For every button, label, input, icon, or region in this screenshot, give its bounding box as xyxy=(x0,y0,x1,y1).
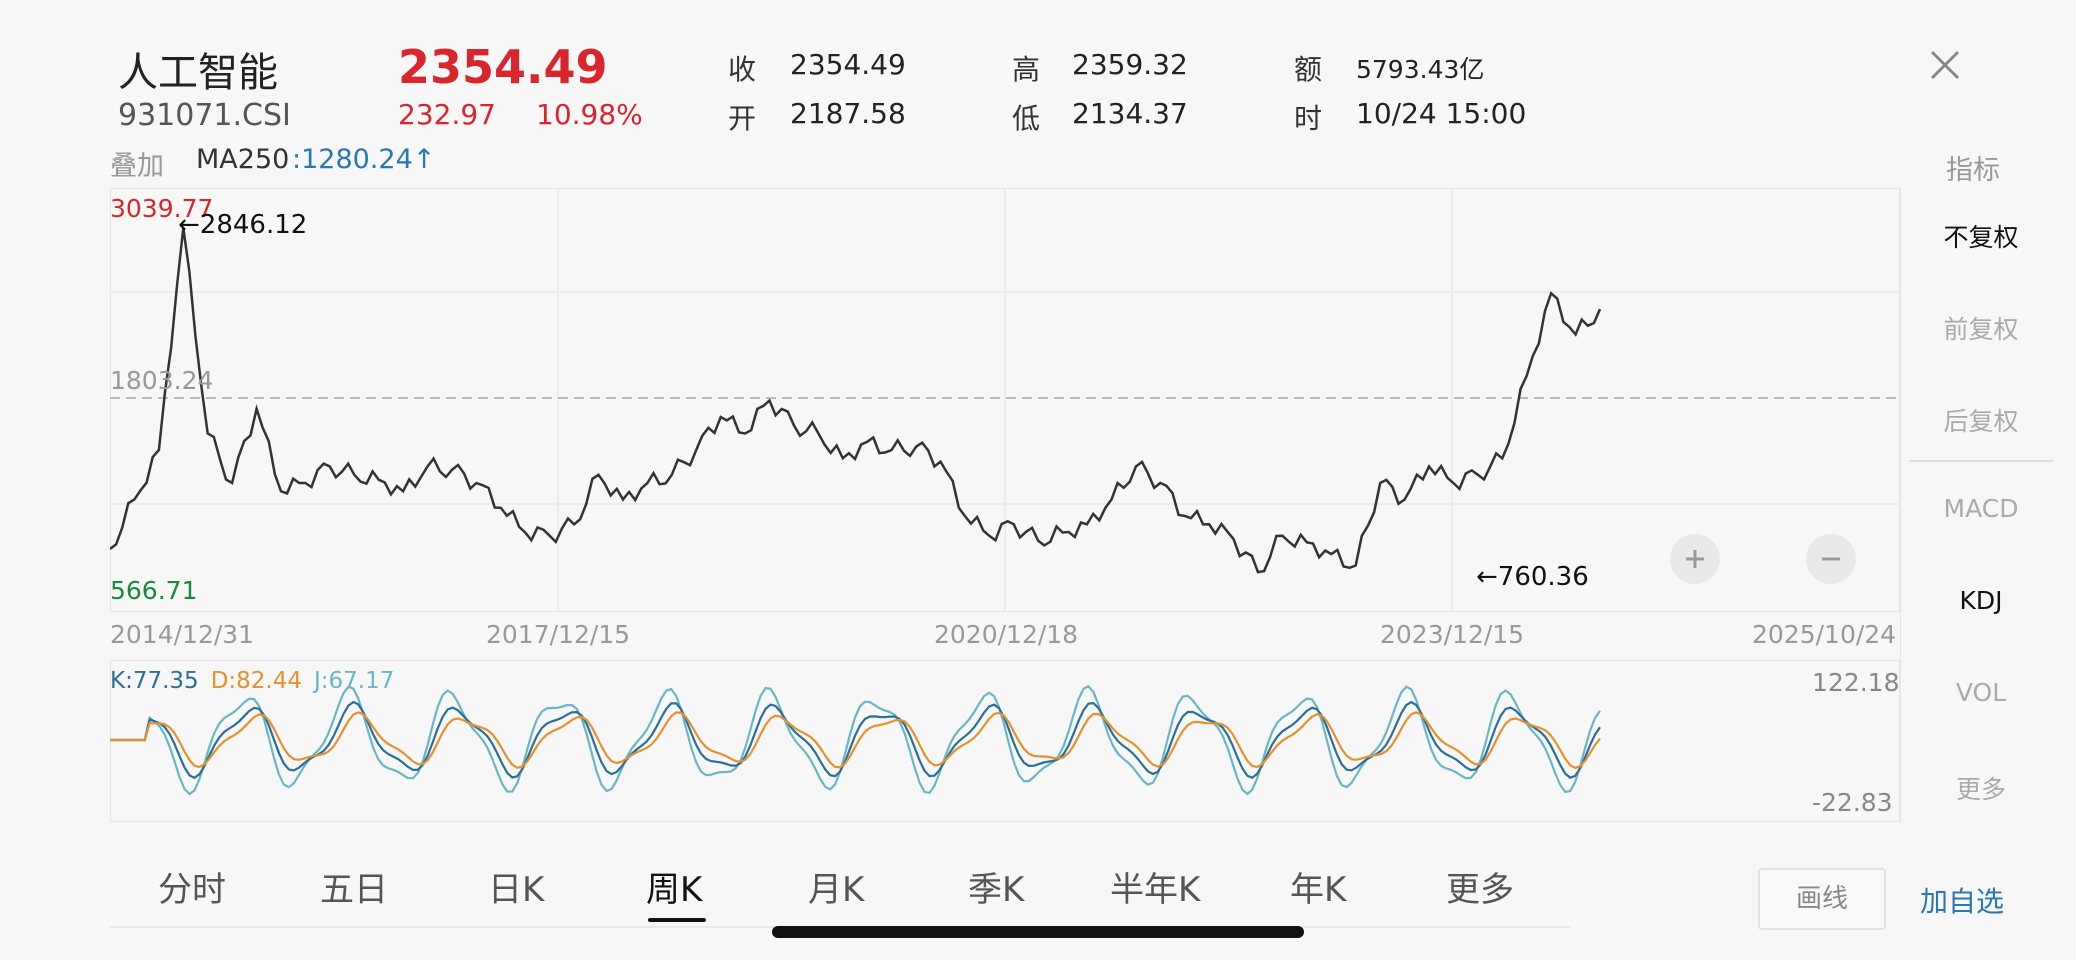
stat-low-label: 低 xyxy=(1012,102,1041,135)
side-item-no-adjust[interactable]: 不复权 xyxy=(1901,218,2061,254)
stat-amount-value: 5793.43亿 xyxy=(1356,55,1485,84)
chart-low-label: 566.71 xyxy=(110,576,198,605)
price-change-percent: 10.98% xyxy=(536,98,643,131)
close-button[interactable] xyxy=(1920,40,1970,90)
peak-annotation: ←2846.12 xyxy=(178,210,308,240)
side-item-kdj[interactable]: KDJ xyxy=(1901,586,2061,615)
overlay-button[interactable]: 叠加 xyxy=(110,144,164,183)
side-item-macd[interactable]: MACD xyxy=(1901,494,2061,523)
add-watchlist-button[interactable]: 加自选 xyxy=(1920,880,2004,920)
kdj-d-value: D:82.44 xyxy=(210,668,302,694)
date-tick: 2020/12/18 xyxy=(934,620,1079,649)
indicator-button[interactable]: 指标 xyxy=(1946,148,2000,187)
ma-label: MA250 xyxy=(196,144,290,175)
tab-daily-k[interactable]: 日K xyxy=(488,862,544,911)
date-tick: 2025/10/24 xyxy=(1752,620,1897,649)
close-icon xyxy=(1930,50,1960,80)
side-item-forward-adjust[interactable]: 前复权 xyxy=(1901,310,2061,346)
stat-high-value: 2359.32 xyxy=(1072,48,1188,81)
tab-half-year-k[interactable]: 半年K xyxy=(1110,862,1200,911)
tab-quarterly-k[interactable]: 季K xyxy=(968,862,1024,911)
plus-icon xyxy=(1686,550,1704,568)
active-tab-indicator xyxy=(648,918,706,922)
side-panel: 不复权 前复权 后复权 MACD KDJ VOL 更多 xyxy=(1900,188,2060,824)
stat-open-value: 2187.58 xyxy=(790,97,906,130)
zoom-out-button[interactable] xyxy=(1806,534,1856,584)
draw-line-button[interactable]: 画线 xyxy=(1758,868,1886,930)
stat-amount-label: 额 xyxy=(1294,53,1323,86)
side-divider xyxy=(1909,460,2053,462)
stat-low-value: 2134.37 xyxy=(1072,97,1188,130)
index-name: 人工智能 xyxy=(118,50,278,96)
kdj-j-value: J:67.17 xyxy=(314,668,395,694)
stat-close-label: 收 xyxy=(728,53,757,86)
stat-high-label: 高 xyxy=(1012,53,1041,86)
current-price: 2354.49 xyxy=(398,40,608,94)
stat-close-value: 2354.49 xyxy=(790,48,906,81)
date-tick: 2017/12/15 xyxy=(486,620,631,649)
chart-mid-label: 1803.24 xyxy=(110,366,214,395)
side-item-vol[interactable]: VOL xyxy=(1901,678,2061,707)
index-code: 931071.CSI xyxy=(118,98,291,133)
stat-time-value: 10/24 15:00 xyxy=(1356,97,1527,130)
stat-time-label: 时 xyxy=(1294,102,1323,135)
tab-more[interactable]: 更多 xyxy=(1446,862,1514,911)
date-tick: 2014/12/31 xyxy=(110,620,255,649)
price-chart[interactable] xyxy=(110,188,1900,612)
date-tick: 2023/12/15 xyxy=(1380,620,1525,649)
price-change: 232.97 xyxy=(398,98,496,131)
tab-intraday[interactable]: 分时 xyxy=(158,862,226,911)
tab-monthly-k[interactable]: 月K xyxy=(808,862,864,911)
tab-five-day[interactable]: 五日 xyxy=(320,862,388,911)
trough-annotation: ←760.36 xyxy=(1476,562,1589,592)
kdj-legend: K:77.35 D:82.44 J:67.17 xyxy=(110,668,394,694)
stat-open-label: 开 xyxy=(728,102,757,135)
tab-yearly-k[interactable]: 年K xyxy=(1290,862,1346,911)
minus-icon xyxy=(1822,557,1840,561)
tab-weekly-k[interactable]: 周K xyxy=(646,862,702,911)
side-item-backward-adjust[interactable]: 后复权 xyxy=(1901,402,2061,438)
side-item-more[interactable]: 更多 xyxy=(1901,770,2061,806)
kdj-max-label: 122.18 xyxy=(1812,668,1900,697)
kdj-k-value: K:77.35 xyxy=(110,668,199,694)
kdj-min-label: -22.83 xyxy=(1812,788,1893,817)
ma-value: :1280.24↑ xyxy=(292,144,436,175)
zoom-in-button[interactable] xyxy=(1670,534,1720,584)
home-indicator[interactable] xyxy=(772,926,1304,938)
